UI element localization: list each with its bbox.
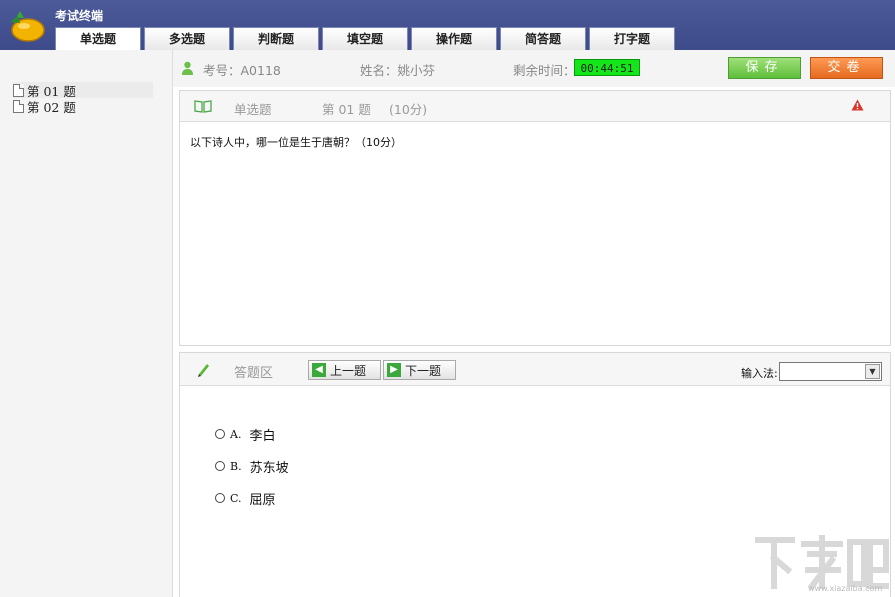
option-letter: A. [230, 427, 242, 441]
exam-info-bar: 考号：A0118 姓名：姚小芬 剩余时间： 00:44:51 保存 交卷 [173, 50, 895, 87]
question-type: 单选题 [234, 102, 272, 117]
question-text: 以下诗人中，哪一位是生于唐朝？（10分） [190, 136, 402, 149]
answer-area-label: 答题区 [234, 366, 274, 381]
question-panel: 单选题 第 01 题 (10分) 以下诗人中，哪一位是生于唐朝？（10分） [179, 90, 891, 346]
answer-header: 答题区 ◀ 上一题 ▶ 下一题 输入法: ▼ [180, 353, 890, 386]
tab-fill-blank[interactable]: 填空题 [322, 27, 408, 50]
watermark-url: www.xiazaiba.com [808, 584, 883, 593]
tab-typing[interactable]: 打字题 [589, 27, 675, 50]
tab-short-answer[interactable]: 简答题 [500, 27, 586, 50]
dropdown-arrow-icon[interactable]: ▼ [865, 364, 880, 379]
lemon-logo-icon [10, 11, 45, 42]
arrow-right-icon: ▶ [387, 363, 401, 377]
radio-button[interactable] [215, 493, 225, 503]
title-bar: 考试终端 单选题 多选题 判断题 填空题 操作题 简答题 打字题 [0, 0, 895, 51]
ime-label: 输入法: [741, 367, 778, 380]
question-type-tabs: 单选题 多选题 判断题 填空题 操作题 简答题 打字题 [55, 27, 675, 51]
question-list-panel: 第 01 题 第 02 题 [0, 50, 173, 597]
option-text: 李白 [249, 428, 276, 444]
save-button[interactable]: 保存 [728, 57, 801, 79]
question-item-02[interactable]: 第 02 题 [13, 98, 76, 115]
option-text: 屈原 [249, 492, 276, 508]
question-header: 单选题 第 01 题 (10分) [180, 91, 890, 122]
document-icon [13, 99, 24, 113]
tab-true-false[interactable]: 判断题 [233, 27, 319, 50]
time-label: 剩余时间： [513, 63, 576, 78]
document-icon [13, 83, 24, 97]
question-number: 第 01 题 [322, 102, 371, 117]
tab-single-choice[interactable]: 单选题 [55, 27, 141, 51]
question-item-label: 第 02 题 [27, 99, 76, 115]
option-c[interactable]: C. 屈原 [215, 489, 276, 508]
ime-select[interactable]: ▼ [779, 362, 882, 381]
person-icon [182, 61, 193, 75]
option-a[interactable]: A. 李白 [215, 425, 276, 444]
question-score: (10分) [389, 102, 428, 117]
submit-exam-button[interactable]: 交卷 [810, 57, 883, 79]
arrow-left-icon: ◀ [312, 363, 326, 377]
previous-question-button[interactable]: ◀ 上一题 [308, 360, 381, 380]
app-title: 考试终端 [55, 9, 104, 23]
prev-label: 上一题 [330, 363, 367, 378]
option-text: 苏东坡 [249, 460, 289, 476]
exam-id: 考号：A0118 [203, 63, 281, 78]
option-b[interactable]: B. 苏东坡 [215, 457, 289, 476]
option-letter: B. [230, 459, 242, 473]
pencil-icon [198, 364, 209, 377]
option-letter: C. [230, 491, 242, 505]
tab-multiple-choice[interactable]: 多选题 [144, 27, 230, 50]
radio-button[interactable] [215, 429, 225, 439]
remaining-time: 00:44:51 [574, 59, 640, 76]
tab-operation[interactable]: 操作题 [411, 27, 497, 50]
next-question-button[interactable]: ▶ 下一题 [383, 360, 456, 380]
next-label: 下一题 [405, 363, 442, 378]
warning-icon[interactable] [851, 99, 864, 111]
book-icon [194, 100, 212, 113]
radio-button[interactable] [215, 461, 225, 471]
student-name: 姓名：姚小芬 [360, 63, 436, 78]
